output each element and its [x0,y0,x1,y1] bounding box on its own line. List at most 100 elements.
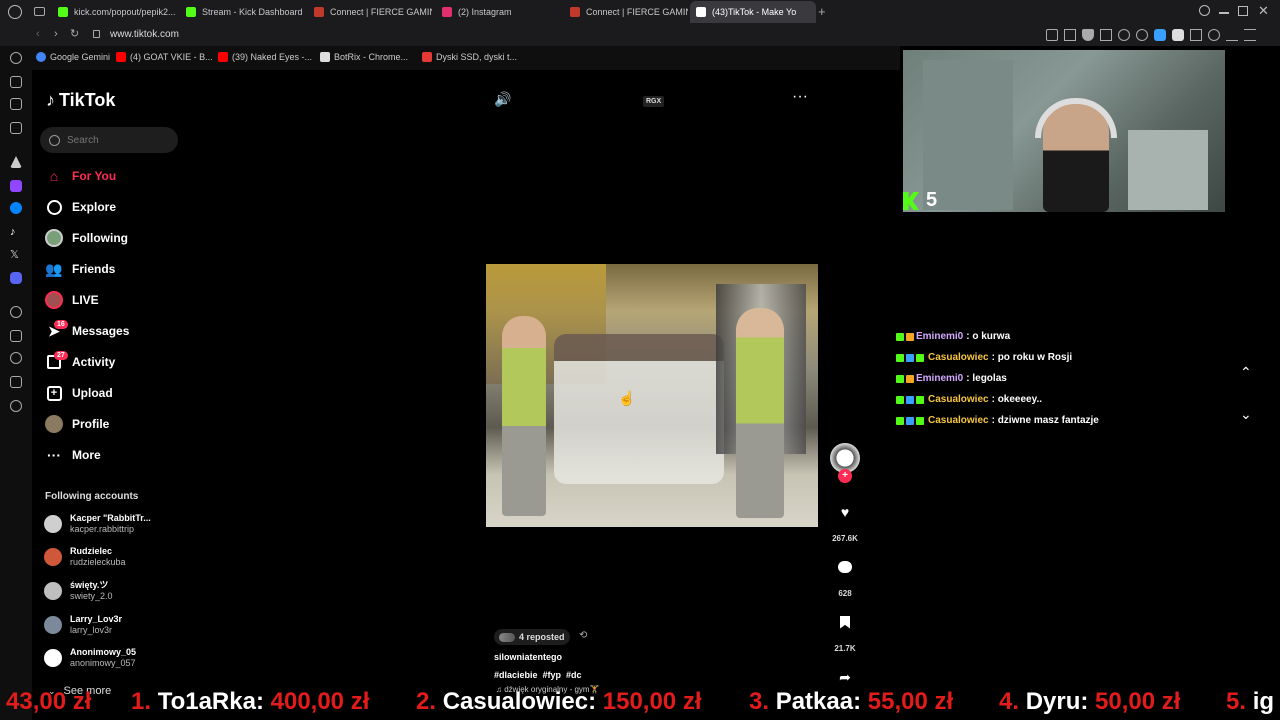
bookmark-item[interactable]: (39) Naked Eyes -... [218,52,312,62]
volume-icon[interactable]: 🔊 [494,91,511,108]
search-tabs-icon[interactable] [1199,5,1210,16]
nav-upload[interactable]: + Upload [44,381,113,405]
nav-more[interactable]: ··· More [44,443,101,467]
repost-icon[interactable]: ⟲ [579,630,587,641]
extension-gem-icon[interactable] [1172,29,1184,41]
more-options-icon[interactable]: ··· [792,88,808,106]
reload-icon[interactable]: ↻ [70,27,79,40]
discord-icon[interactable] [10,272,22,284]
tiktok-logo[interactable]: ♪ TikTok [46,90,115,111]
browser-tab[interactable]: Stream - Kick Dashboard [180,1,304,23]
arc-icon[interactable] [10,156,22,168]
comment-icon[interactable] [832,554,858,580]
browser-tab[interactable]: (2) Instagram [436,1,560,23]
settings-icon[interactable] [10,400,22,412]
messenger-icon[interactable] [10,202,22,214]
aria-icon[interactable] [10,76,22,88]
bookmark-item[interactable]: BotRix - Chrome... [320,52,408,62]
account-name: Rudzielec [70,546,113,556]
nav-live[interactable]: LIVE [44,288,99,312]
video-author[interactable]: silowniatentego [494,652,562,662]
menu-icon[interactable] [1244,29,1256,41]
address-bar: ‹ › ↻ www.tiktok.com [0,24,1280,46]
twitch-icon[interactable] [10,180,22,192]
translate-icon[interactable] [1100,29,1112,41]
bookmarks-bar: Google Gemini (4) GOAT VKIE - B... (39) … [0,46,900,70]
download-icon[interactable] [1226,29,1238,41]
search-box[interactable] [40,127,178,153]
ticker-name: ig [1252,688,1275,715]
bookmark-item[interactable]: Google Gemini [36,52,110,62]
browser-tab-active[interactable]: (43)TikTok - Make Yo [690,1,816,23]
play-icon[interactable] [1118,29,1130,41]
kick-badge-icon [896,353,904,362]
browser-tab[interactable]: kick.com/popout/pepik2... [52,1,176,23]
url-field[interactable]: www.tiktok.com [110,29,179,40]
nav-friends[interactable]: 👥 Friends [44,257,115,281]
history-icon[interactable] [10,52,22,64]
bookmark-icon[interactable] [1046,29,1058,41]
shield-icon[interactable] [1082,29,1094,41]
screenshot-icon[interactable] [1064,29,1076,41]
x-icon[interactable]: 𝕏 [10,248,22,261]
chevron-up-icon[interactable]: ⌃ [1240,364,1252,381]
tab-label: (2) Instagram [458,7,512,17]
account-item[interactable]: święty.ツ swiety_2.0 [44,580,113,602]
account-item[interactable]: Anonimowy_05 anonimowy_057 [44,647,136,669]
browser-tab[interactable]: Connect | FIERCE GAMIN [564,1,688,23]
repost-chip[interactable]: 4 reposted [494,629,570,645]
mail-icon[interactable] [10,122,22,134]
ticker-rank: 2. [416,688,437,715]
account-item[interactable]: Kacper "RabbitTr... kacper.rabbittrip [44,513,151,535]
store-icon [422,52,432,62]
tiktok-note-icon: ♪ [46,90,55,110]
back-icon[interactable]: ‹ [36,28,40,40]
nav-profile[interactable]: Profile [44,412,109,436]
tiktok-icon[interactable]: ♪ [10,226,22,238]
profile-icon[interactable] [1208,29,1220,41]
bookmark-item[interactable]: (4) GOAT VKIE - B... [116,52,213,62]
heart-icon[interactable] [1136,29,1148,41]
kick-icon [58,7,68,17]
bookmark-item[interactable]: Dyski SSD, dyski t... [422,52,517,62]
account-name: Anonimowy_05 [70,647,137,657]
pin-icon[interactable] [10,330,22,342]
nav-label: LIVE [72,293,99,307]
extension-r-icon[interactable] [1154,29,1166,41]
browser-logo-icon[interactable] [8,5,22,19]
notes-icon[interactable] [10,98,22,110]
video-crowd [554,334,724,484]
nav-for-you[interactable]: ⌂ For You [44,164,116,188]
video-frame[interactable]: ☝ [486,264,818,527]
search-icon [49,134,60,146]
new-tab-icon[interactable]: + [818,4,826,19]
chat-username: Eminemi0 [916,331,964,342]
ticker-name: Dyru: [1025,688,1089,715]
donation-ticker: 43,00 zł 1. To1aRka: 400,00 zł 2. Casual… [0,686,1280,720]
chevron-down-icon[interactable]: ⌄ [1240,406,1252,423]
forward-icon[interactable]: › [54,28,58,40]
nav-explore[interactable]: Explore [44,195,116,219]
browser-tab[interactable]: Connect | FIERCE GAMIN [308,1,432,23]
account-item[interactable]: Larry_Lov3r larry_lov3r [44,614,122,636]
close-icon[interactable]: ✕ [1258,3,1269,19]
like-icon[interactable]: ♥ [832,499,858,525]
player-icon[interactable] [10,306,22,318]
minimize-icon[interactable] [1219,12,1229,14]
chat-username: Casualowiec [928,394,989,405]
live-icon [44,290,64,310]
puzzle-icon[interactable] [1190,29,1202,41]
follow-plus-icon[interactable]: + [838,469,852,483]
nav-following[interactable]: Following [44,226,128,250]
restore-icon[interactable] [1238,6,1248,16]
search-input[interactable] [67,134,167,146]
bookmark-label: (39) Naked Eyes -... [232,52,313,62]
chat-text: : legolas [966,373,1007,384]
extensions-icon[interactable] [10,376,22,388]
ticker-amount: 55,00 zł [867,688,954,715]
clock-icon[interactable] [10,352,22,364]
account-item[interactable]: Rudzielec rudzieleckuba [44,546,126,568]
video-hashtags[interactable]: #dlaciebie #fyp #dc [494,670,582,680]
tab-list-icon[interactable] [34,7,45,16]
bookmark-save-icon[interactable] [832,609,858,635]
